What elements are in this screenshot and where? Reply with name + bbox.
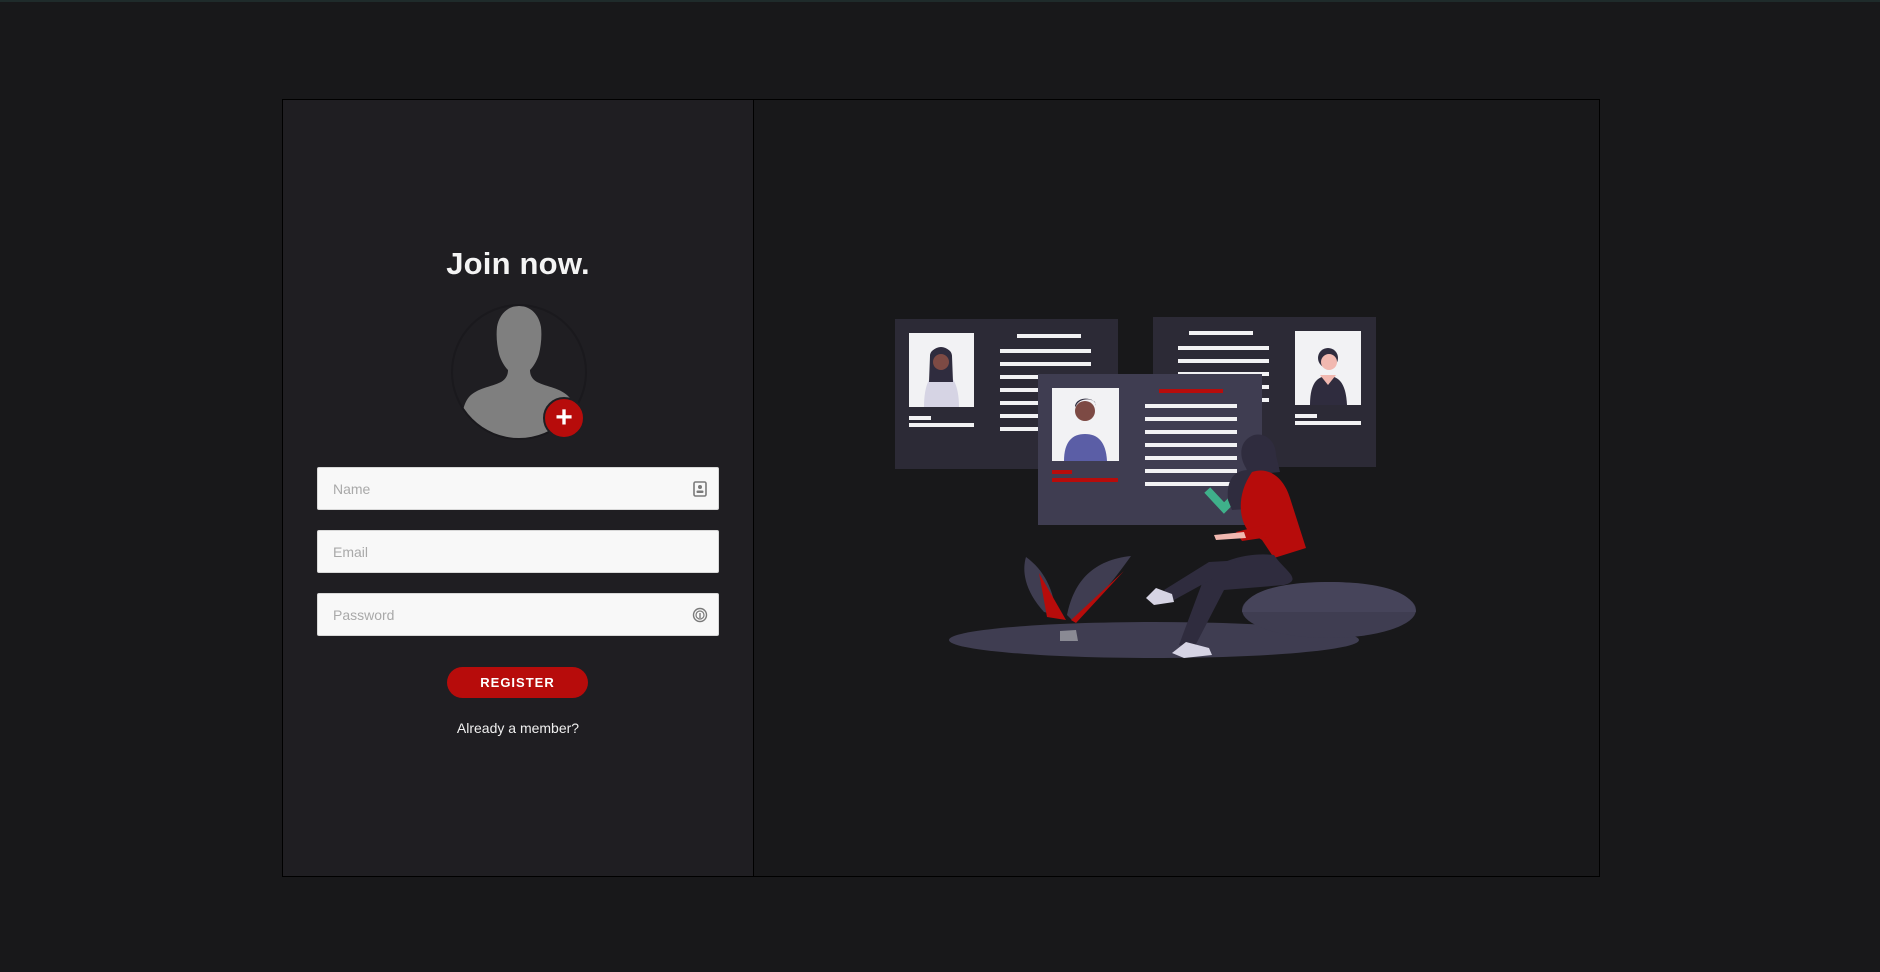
name-field[interactable] xyxy=(317,467,719,510)
illustration-panel xyxy=(754,100,1599,876)
contact-card-icon xyxy=(693,481,707,497)
email-field[interactable] xyxy=(317,530,719,573)
register-button[interactable]: REGISTER xyxy=(447,667,588,698)
email-input[interactable] xyxy=(318,531,718,572)
signup-form-panel: Join now. + Name Email REGISTER Already … xyxy=(283,100,754,876)
add-photo-button[interactable]: + xyxy=(543,397,585,439)
resume-review-illustration xyxy=(895,317,1416,658)
name-input[interactable] xyxy=(318,468,718,509)
signup-card: Join now. + Name Email REGISTER Already … xyxy=(282,99,1600,877)
fingerprint-icon xyxy=(692,607,708,623)
window-top-border xyxy=(0,0,1880,2)
password-field[interactable] xyxy=(317,593,719,636)
page-title: Join now. xyxy=(446,246,590,281)
password-input[interactable] xyxy=(318,594,718,635)
already-member-link[interactable]: Already a member? xyxy=(283,720,753,736)
avatar-upload[interactable]: + xyxy=(451,304,587,440)
